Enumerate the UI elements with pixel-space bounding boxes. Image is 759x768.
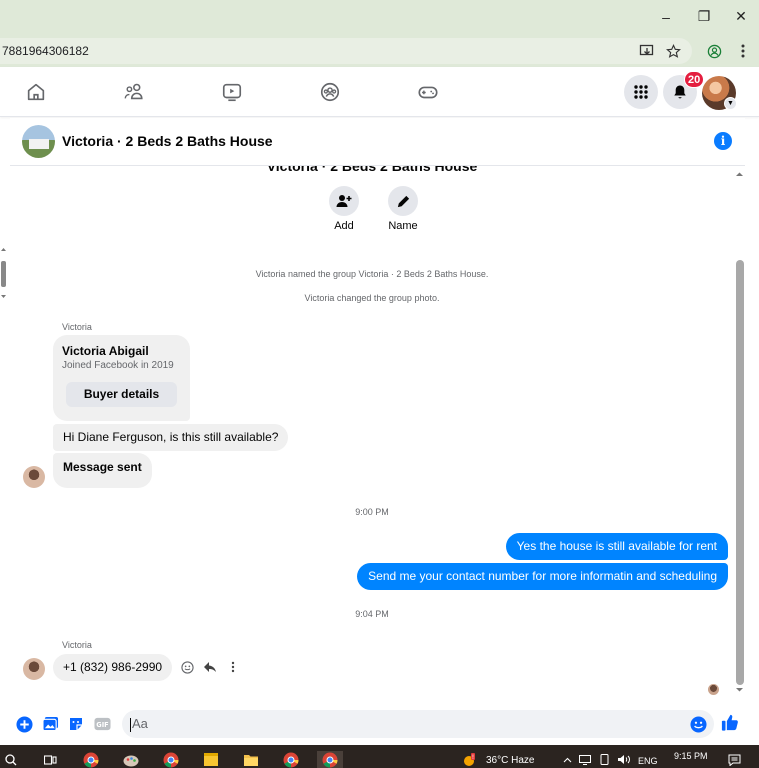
url-text: 7881964306182 bbox=[2, 44, 89, 58]
bell-icon bbox=[674, 85, 686, 99]
pencil-icon bbox=[397, 195, 409, 207]
clock-time[interactable]: 9:15 PM bbox=[674, 751, 708, 761]
address-bar[interactable]: 7881964306182 bbox=[0, 38, 692, 64]
sender-avatar[interactable] bbox=[23, 658, 45, 680]
add-person-icon bbox=[336, 195, 352, 207]
message-composer: GIF Aa bbox=[10, 706, 745, 742]
message-placeholder: Aa bbox=[132, 716, 148, 731]
buyer-name: Victoria Abigail bbox=[62, 344, 149, 358]
chat-header: Victoria · 2 Beds 2 Baths House i bbox=[10, 118, 745, 166]
chevron-down-icon[interactable]: ▼ bbox=[724, 97, 737, 110]
chrome-app-icon-active[interactable] bbox=[317, 751, 343, 768]
incoming-message[interactable]: Message sent bbox=[53, 453, 152, 488]
facebook-navbar: 20 ▼ bbox=[0, 67, 759, 117]
gaming-icon[interactable] bbox=[416, 80, 440, 104]
grid-icon bbox=[634, 85, 648, 99]
add-people-button[interactable] bbox=[329, 186, 359, 216]
sticker-icon[interactable] bbox=[67, 715, 85, 733]
message-input[interactable]: Aa bbox=[122, 710, 714, 738]
bookmark-star-icon[interactable] bbox=[664, 42, 682, 60]
paint-app-icon[interactable] bbox=[122, 751, 140, 768]
outgoing-message[interactable]: Send me your contact number for more inf… bbox=[357, 563, 728, 590]
buyer-card: Victoria Abigail Joined Facebook in 2019… bbox=[53, 335, 190, 421]
browser-titlebar: – ❐ ✕ bbox=[0, 0, 759, 33]
timestamp: 9:04 PM bbox=[355, 609, 389, 619]
outgoing-message[interactable]: Yes the house is still available for ren… bbox=[505, 533, 728, 560]
home-icon[interactable] bbox=[24, 80, 48, 104]
menu-grid-button[interactable] bbox=[624, 75, 658, 109]
install-app-icon[interactable] bbox=[638, 42, 656, 60]
sender-name: Victoria bbox=[62, 322, 92, 332]
minimize-button[interactable]: – bbox=[647, 0, 685, 33]
volume-icon[interactable] bbox=[616, 751, 632, 768]
task-view-icon[interactable] bbox=[42, 751, 58, 768]
info-icon[interactable]: i bbox=[714, 132, 732, 150]
seen-avatar bbox=[708, 684, 719, 695]
message-list: Victoria · 2 Beds 2 Baths House Add Name… bbox=[10, 166, 734, 706]
sender-avatar[interactable] bbox=[23, 466, 45, 488]
display-icon[interactable] bbox=[578, 751, 592, 768]
buyer-joined: Joined Facebook in 2019 bbox=[62, 360, 174, 371]
incoming-message[interactable]: Hi Diane Ferguson, is this still availab… bbox=[53, 424, 289, 451]
gif-icon[interactable]: GIF bbox=[93, 715, 111, 733]
reply-icon[interactable] bbox=[201, 658, 219, 676]
browser-toolbar: 7881964306182 bbox=[0, 33, 759, 67]
weather-text[interactable]: 36°C Haze bbox=[486, 755, 534, 766]
react-emoji-icon[interactable] bbox=[178, 658, 196, 676]
language-indicator[interactable]: ENG bbox=[638, 756, 658, 766]
emoji-icon[interactable] bbox=[689, 715, 707, 733]
sender-name: Victoria bbox=[62, 640, 92, 650]
chrome-app-icon[interactable] bbox=[282, 751, 300, 768]
group-name-heading: Victoria · 2 Beds 2 Baths House bbox=[266, 166, 478, 174]
video-icon[interactable] bbox=[220, 80, 244, 104]
file-explorer-icon[interactable] bbox=[242, 751, 260, 768]
name-label: Name bbox=[388, 220, 418, 232]
chevron-up-icon[interactable] bbox=[561, 751, 573, 768]
group-avatar[interactable] bbox=[22, 125, 55, 158]
chrome-app-icon[interactable] bbox=[162, 751, 180, 768]
system-message: Victoria named the group Victoria · 2 Be… bbox=[255, 269, 489, 279]
friends-icon[interactable] bbox=[122, 80, 146, 104]
close-button[interactable]: ✕ bbox=[722, 0, 759, 33]
chat-title[interactable]: Victoria · 2 Beds 2 Baths House bbox=[62, 133, 273, 149]
sticky-notes-icon[interactable] bbox=[202, 751, 220, 768]
system-message: Victoria changed the group photo. bbox=[304, 293, 440, 303]
like-thumb-icon[interactable] bbox=[721, 713, 739, 731]
scrollbar-thumb[interactable] bbox=[736, 260, 744, 685]
screen: – ❐ ✕ 7881964306182 20 ▼ Victoria · 2 Be… bbox=[0, 0, 759, 768]
page-scrollbar[interactable] bbox=[0, 245, 8, 305]
svg-text:GIF: GIF bbox=[96, 721, 108, 729]
plus-circle-icon[interactable] bbox=[15, 715, 33, 733]
notification-badge: 20 bbox=[684, 71, 705, 88]
notification-center-icon[interactable] bbox=[726, 751, 742, 768]
profile-icon[interactable] bbox=[705, 42, 723, 60]
chrome-app-icon[interactable] bbox=[82, 751, 100, 768]
photo-icon[interactable] bbox=[41, 715, 59, 733]
groups-icon[interactable] bbox=[318, 80, 342, 104]
windows-taskbar: ! 36°C Haze ENG 9:15 PM bbox=[0, 745, 759, 768]
svg-text:!: ! bbox=[472, 754, 474, 761]
more-options-icon[interactable] bbox=[224, 658, 242, 676]
name-group-button[interactable] bbox=[388, 186, 418, 216]
buyer-details-button[interactable]: Buyer details bbox=[66, 382, 177, 407]
incoming-message[interactable]: +1 (832) 986-2990 bbox=[53, 654, 173, 681]
browser-menu-icon[interactable] bbox=[734, 42, 752, 60]
add-label: Add bbox=[334, 220, 354, 232]
network-icon[interactable] bbox=[597, 751, 611, 768]
search-icon[interactable] bbox=[3, 751, 19, 768]
timestamp: 9:00 PM bbox=[355, 507, 389, 517]
restore-button[interactable]: ❐ bbox=[685, 0, 723, 33]
weather-icon[interactable]: ! bbox=[460, 751, 478, 768]
chat-scrollbar[interactable] bbox=[734, 166, 745, 706]
